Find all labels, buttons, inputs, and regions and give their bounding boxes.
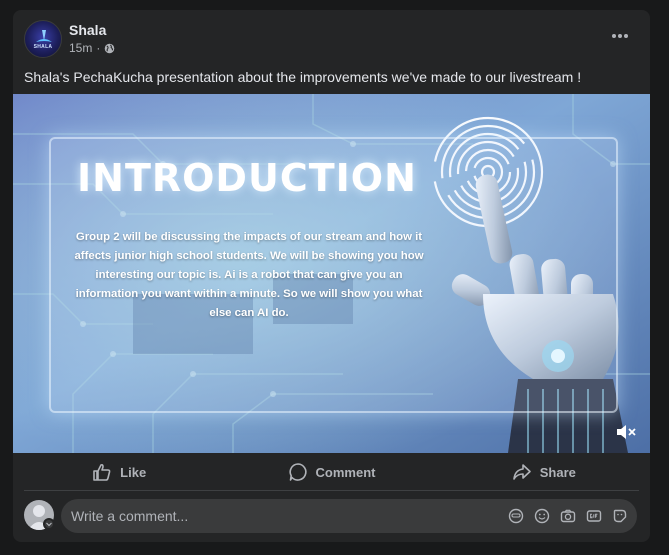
avatar-logo-text: SHALA bbox=[33, 44, 53, 50]
post-caption: Shala's PechaKucha presentation about th… bbox=[24, 69, 582, 85]
emoji-icon[interactable] bbox=[534, 508, 550, 524]
comment-label: Comment bbox=[315, 464, 376, 480]
meta-separator: · bbox=[96, 41, 101, 55]
share-button[interactable]: Share bbox=[438, 453, 650, 491]
page-avatar[interactable]: SHALA bbox=[24, 20, 62, 58]
comment-composer bbox=[13, 498, 650, 534]
camera-icon[interactable] bbox=[560, 508, 576, 524]
gif-icon[interactable] bbox=[586, 508, 602, 524]
like-button[interactable]: Like bbox=[13, 453, 225, 491]
share-label: Share bbox=[539, 464, 576, 480]
globe-icon[interactable] bbox=[104, 43, 115, 54]
slide-title: INTRODUCTION bbox=[77, 156, 417, 200]
actions-divider bbox=[24, 490, 639, 491]
mute-icon[interactable] bbox=[615, 422, 637, 442]
post-video[interactable]: INTRODUCTION Group 2 will be discussing … bbox=[13, 94, 650, 453]
post-meta: 15m · bbox=[69, 41, 115, 55]
author-name[interactable]: Shala bbox=[69, 22, 106, 38]
more-options-icon[interactable] bbox=[608, 28, 632, 44]
thumbs-up-icon bbox=[93, 463, 111, 481]
comment-tools bbox=[508, 508, 628, 524]
like-label: Like bbox=[120, 464, 147, 480]
share-arrow-icon bbox=[512, 464, 531, 480]
slide-body: Group 2 will be discussing the impacts o… bbox=[74, 231, 424, 319]
avatar-logo-icon bbox=[36, 30, 52, 42]
sticker-icon[interactable] bbox=[612, 508, 628, 524]
account-switch-icon[interactable] bbox=[43, 518, 55, 530]
post-header: SHALA Shala 15m · bbox=[13, 10, 650, 68]
comment-button[interactable]: Comment bbox=[225, 453, 437, 491]
post-actions: Like Comment Share bbox=[13, 453, 650, 491]
post-card: SHALA Shala 15m · Shala's PechaKucha pre… bbox=[13, 10, 650, 542]
comment-bubble-icon bbox=[288, 463, 307, 481]
post-time[interactable]: 15m bbox=[69, 41, 92, 55]
avatar-sticker-icon[interactable] bbox=[508, 508, 524, 524]
